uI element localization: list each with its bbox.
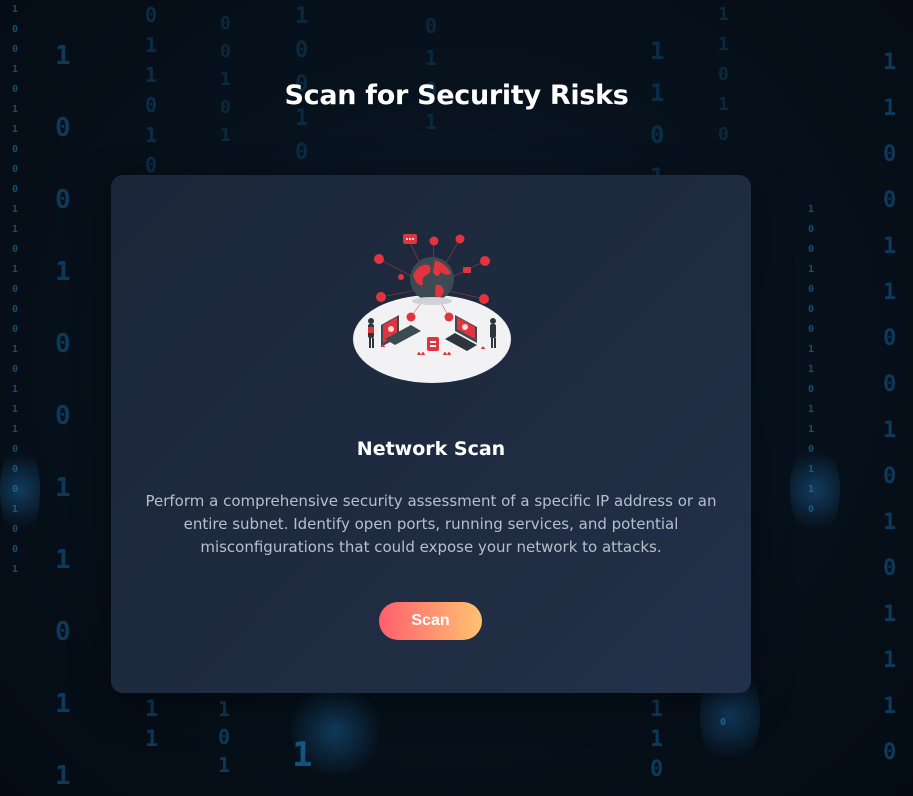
background-glow [0,440,40,540]
scan-button[interactable]: Scan [379,602,482,640]
binary-column: 1 1 0 1 [650,37,665,191]
page-title: Scan for Security Risks [284,80,629,111]
background-glow [290,680,380,780]
binary-column: 1 1 0 1 0 [718,4,729,145]
binary-column: 1 0 1 [218,697,231,777]
card-description: Perform a comprehensive security assessm… [145,492,717,556]
network-globe-illustration [353,234,511,383]
background-glow [790,440,840,540]
binary-column: 1 1 [145,697,159,752]
binary-column: 1 1 0 [650,697,664,782]
binary-column: 0 1 0 1 [425,14,438,134]
binary-column: 1 0 0 1 0 0 0 1 1 0 1 1 0 1 1 0 [808,204,815,515]
binary-column: 0 [720,717,727,728]
card-title: Network Scan [356,438,506,460]
binary-column: 1 [292,735,313,775]
binary-column: 1 0 0 1 0 0 1 1 0 1 1 [55,41,71,791]
network-scan-card: Network Scan Perform a comprehensive sec… [111,175,751,693]
binary-column: 1 1 0 0 1 1 0 0 1 0 1 0 1 1 1 0 [883,50,897,765]
